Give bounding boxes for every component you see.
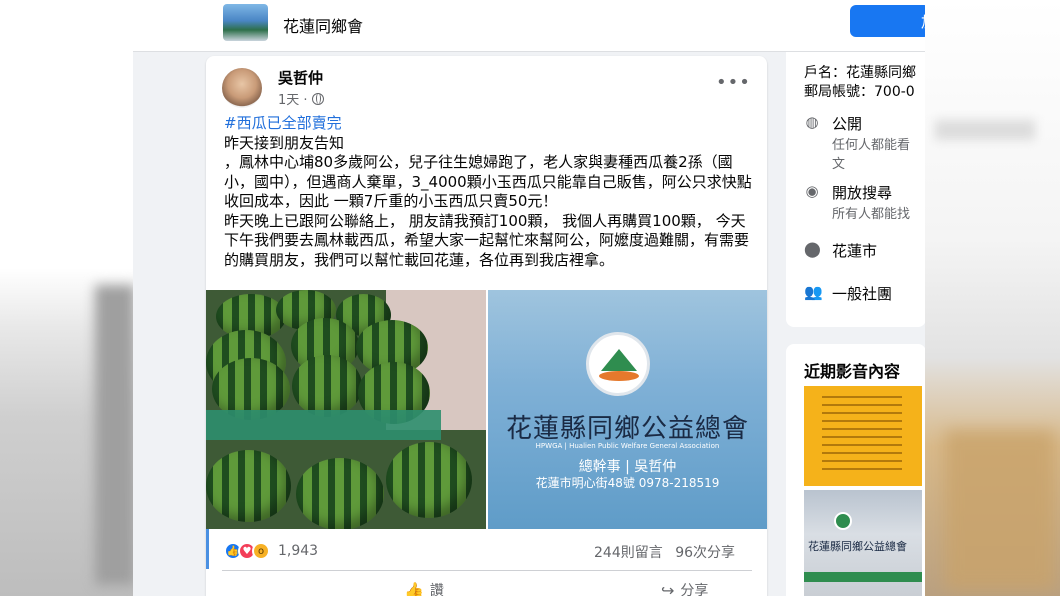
blurred-right-background [925,0,1060,596]
group-header-bar: 花蓮同鄉會 加 [133,0,925,52]
recent-media-title: 近期影音內容 [804,362,901,381]
share-button[interactable]: ↪ 分享 [661,580,708,596]
reaction-summary[interactable]: 👍 ♥ o 1,943 [224,542,318,560]
blurred-shape [95,285,135,585]
group-about-panel: 戶名：花蓮縣同鄉 郵局帳號：700-0 ◍ 公開 任何人都能看 文 ◉ 開放搜尋… [786,52,925,327]
association-logo-icon [586,332,650,396]
location-pin-icon: ⬤ [804,240,821,258]
post-stats: 244則留言 96次分享 [594,542,735,562]
more-options-icon[interactable]: ••• [716,72,751,93]
watermelon [206,450,291,522]
watermelon [386,442,472,518]
visibility-info: ◉ 開放搜尋 所有人都能找 [804,182,910,222]
group-name[interactable]: 花蓮同鄉會 [283,13,363,37]
share-count-link[interactable]: 96次分享 [675,545,735,561]
like-button[interactable]: 👍 讚 [404,580,444,596]
card-address: 花蓮市明心街48號 0978-218519 [535,476,720,490]
postal-account: 郵局帳號：700-0 [804,84,915,100]
category-text: 一般社團 [832,285,893,303]
privacy-info: ◍ 公開 任何人都能看 文 [804,113,910,172]
card-title: 總幹事 | 吳哲仲 [578,459,677,475]
visibility-title: 開放搜尋 [832,184,893,202]
globe-icon [311,92,324,105]
card-english-name: HPWGA | Hualien Public Welfare General A… [535,442,720,450]
watermelon [292,355,362,417]
like-label: 讚 [429,583,444,596]
account-name: 戶名：花蓮縣同鄉 [804,65,916,81]
privacy-desc: 任何人都能看 [832,138,911,153]
divider [222,570,752,571]
truck-sign-text: 花蓮縣同鄉公益總會 [808,540,907,553]
location-info: ⬤ 花蓮市 [804,240,877,261]
group-cover-thumbnail[interactable] [223,4,268,41]
join-group-button[interactable]: 加 [850,5,925,37]
post-body: #西瓜已全部賣完 昨天接到朋友告知 ，鳳林中心埔80多歲阿公，兒子往生媳婦跑了，… [224,114,752,270]
visibility-desc: 所有人都能找 [832,207,911,222]
thumbs-up-icon: 👍 [404,580,424,596]
post-text: 昨天接到朋友告知 ，鳳林中心埔80多歲阿公，兒子往生媳婦跑了，老人家與妻種西瓜養… [224,133,752,269]
location-text: 花蓮市 [832,242,878,260]
group-post: 吳哲仲 1天 · ••• #西瓜已全部賣完 昨天接到朋友告知 ，鳳林中心埔80多… [206,56,767,596]
facebook-group-page: 花蓮同鄉會 加 吳哲仲 1天 · ••• #西瓜已全部賣完 昨天接到朋友告知 ，… [133,0,925,596]
comment-count-link[interactable]: 244則留言 [594,545,663,561]
post-time[interactable]: 1天 · [278,89,308,108]
poster-text-lines [822,396,902,476]
truck-stripe [804,572,922,582]
hashtag-link[interactable]: #西瓜已全部賣完 [224,114,752,134]
green-crate [206,410,441,440]
privacy-title: 公開 [832,115,863,133]
people-icon: 👥 [804,283,823,301]
blurred-shape [935,120,1035,140]
globe-icon: ◍ [805,113,819,131]
media-thumbnail[interactable] [804,386,922,486]
blurred-left-background [0,0,135,596]
post-author[interactable]: 吳哲仲 [278,67,323,88]
business-card-photo[interactable]: 花蓮縣同鄉公益總會 HPWGA | Hualien Public Welfare… [488,290,767,529]
share-label: 分享 [680,583,709,596]
author-avatar[interactable] [222,68,262,108]
privacy-desc-cont: 文 [832,157,846,172]
wow-reaction-icon: o [252,542,270,560]
media-thumbnail[interactable]: 花蓮縣同鄉公益總會 [804,490,922,596]
recent-media-panel: 近期影音內容 花蓮縣同鄉公益總會 [786,344,925,596]
card-organization-name: 花蓮縣同鄉公益總會 [505,414,749,444]
share-arrow-icon: ↪ [661,580,675,596]
watermelon [296,458,384,529]
post-meta: 1天 · [278,89,324,108]
reaction-count: 1,943 [278,543,319,559]
category-info: 👥 一般社團 [804,283,892,304]
eye-icon: ◉ [805,182,819,200]
accent-bar [206,529,209,569]
association-logo-icon [834,512,852,530]
watermelon-photo[interactable] [206,290,486,529]
blurred-shape [945,430,1055,590]
